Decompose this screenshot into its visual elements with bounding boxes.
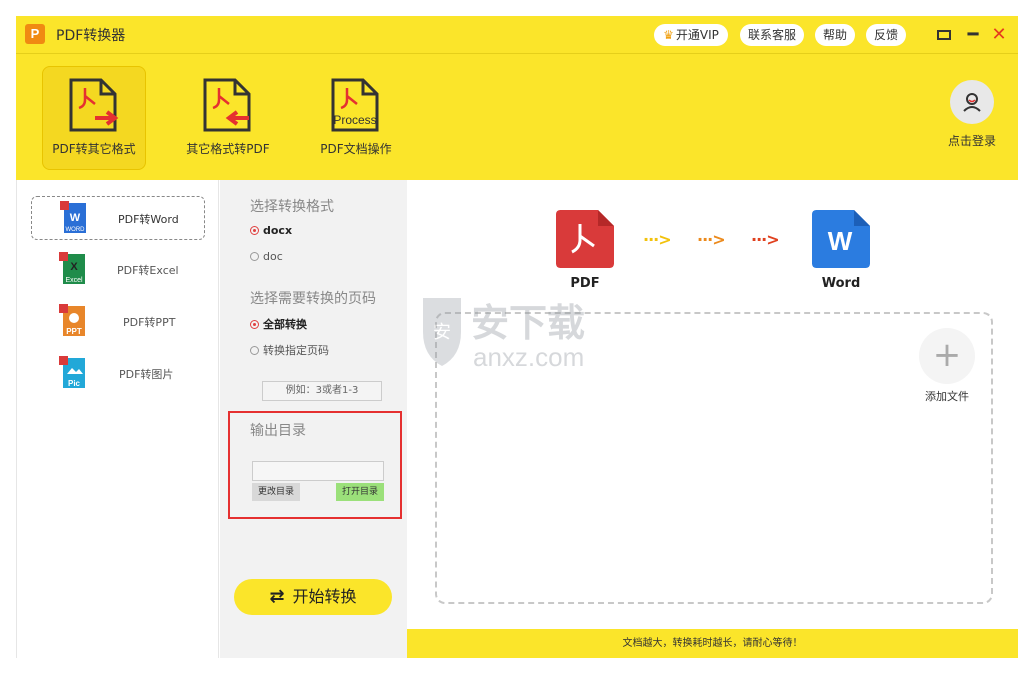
- excel-file-icon: X Excel: [59, 252, 85, 284]
- contact-service-button[interactable]: 联系客服: [740, 24, 804, 46]
- arrow-icon: ···>: [697, 230, 726, 249]
- help-button[interactable]: 帮助: [815, 24, 855, 46]
- ppt-file-icon: PPT: [59, 304, 85, 336]
- arrow-icon: ···>: [643, 230, 672, 249]
- svg-text:W: W: [70, 212, 81, 224]
- page-range-input[interactable]: 例如：3或者1-3: [262, 381, 382, 401]
- to-format-label: Word: [821, 276, 861, 291]
- plus-icon: +: [932, 335, 962, 375]
- svg-text:安: 安: [433, 322, 451, 342]
- change-dir-button[interactable]: 更改目录: [252, 483, 300, 501]
- main-toolbar: PDF转其它格式 其它格式转PDF Process PDF文档操作 点击登录: [16, 54, 1018, 180]
- format-item-excel[interactable]: X Excel PDF转Excel: [31, 248, 205, 292]
- tool-pdf-operations[interactable]: Process PDF文档操作: [304, 66, 408, 170]
- radio-dot-icon: [250, 252, 259, 261]
- svg-text:Excel: Excel: [65, 277, 83, 284]
- title-bar: P PDF转换器 ♛ 开通VIP 联系客服 帮助 反馈 ━ ✕: [16, 16, 1018, 54]
- pages-section-title: 选择需要转换的页码: [250, 291, 376, 307]
- crown-icon: ♛: [663, 28, 674, 42]
- app-logo-icon: P: [25, 24, 45, 44]
- vip-label: 开通VIP: [675, 28, 719, 42]
- svg-text:PPT: PPT: [66, 327, 82, 336]
- svg-text:anxz.com: anxz.com: [473, 342, 584, 372]
- status-footer: 文档越大，转换耗时越长，请耐心等待！: [407, 629, 1018, 658]
- minimize-button[interactable]: ━: [962, 24, 984, 46]
- app-window: P PDF转换器 ♛开通VIP 联系客服 帮助 反馈 ━ ✕ PDF转其它格式: [16, 16, 1018, 658]
- tool-other-to-pdf[interactable]: 其它格式转PDF: [176, 66, 280, 170]
- options-panel: 选择转换格式 docx doc 选择需要转换的页码 全部转换 转换指定页码 例如…: [220, 180, 407, 658]
- radio-specific-pages[interactable]: 转换指定页码: [250, 342, 329, 358]
- other-to-pdf-icon: [203, 78, 251, 132]
- tool-label: PDF转其它格式: [52, 142, 136, 156]
- vip-button[interactable]: ♛ 开通VIP: [654, 24, 728, 46]
- radio-dot-icon: [250, 226, 259, 235]
- format-label: PDF转图片: [119, 368, 174, 381]
- open-dir-button[interactable]: 打开目录: [336, 483, 384, 501]
- format-item-word[interactable]: W WORD PDF转Word: [31, 196, 205, 240]
- image-file-icon: Pic: [59, 356, 85, 388]
- format-item-image[interactable]: Pic PDF转图片: [31, 352, 205, 396]
- format-label: PDF转PPT: [123, 316, 176, 329]
- format-label: PDF转Word: [118, 213, 179, 226]
- start-label: 开始转换: [292, 587, 357, 606]
- radio-doc[interactable]: doc: [250, 250, 283, 263]
- tool-label: PDF文档操作: [320, 142, 392, 156]
- login-label: 点击登录: [947, 134, 996, 148]
- add-file-button[interactable]: +: [919, 328, 975, 384]
- convert-arrows-icon: ⇄: [269, 586, 285, 607]
- output-dir-field[interactable]: [252, 461, 384, 481]
- format-section-title: 选择转换格式: [250, 199, 334, 215]
- user-avatar-icon: [950, 80, 994, 124]
- radio-docx[interactable]: docx: [250, 224, 292, 237]
- svg-text:Pic: Pic: [68, 379, 81, 388]
- format-list: W WORD PDF转Word X Excel PDF转Excel PPT PD…: [16, 180, 219, 658]
- word-big-icon: W: [812, 210, 870, 268]
- app-title: PDF转换器: [56, 28, 126, 44]
- watermark-logo: 安 安下载 anxz.com: [423, 298, 585, 372]
- main-area: PDF ···> ···> ···> W Word 安 安下载 anxz.com…: [407, 180, 1018, 658]
- feedback-button[interactable]: 反馈: [866, 24, 906, 46]
- svg-text:WORD: WORD: [66, 227, 86, 233]
- format-item-ppt[interactable]: PPT PDF转PPT: [31, 300, 205, 344]
- pdf-big-icon: [556, 210, 614, 268]
- radio-all-pages[interactable]: 全部转换: [250, 316, 307, 332]
- radio-dot-icon: [250, 320, 259, 329]
- word-file-icon: W WORD: [60, 201, 86, 233]
- process-text: Process: [333, 113, 376, 127]
- close-button[interactable]: ✕: [988, 24, 1010, 46]
- svg-text:W: W: [828, 226, 853, 256]
- close-icon: ✕: [991, 24, 1007, 45]
- maximize-icon: [937, 30, 951, 40]
- tool-label: 其它格式转PDF: [186, 142, 270, 156]
- svg-text:X: X: [70, 261, 78, 273]
- arrow-icon: ···>: [751, 230, 780, 249]
- output-section-title: 输出目录: [250, 423, 306, 439]
- svg-text:安下载: 安下载: [471, 301, 585, 345]
- pdf-to-other-icon: [69, 78, 119, 132]
- minimize-icon: ━: [967, 24, 979, 45]
- add-file-label: 添加文件: [925, 390, 969, 403]
- maximize-button[interactable]: [933, 24, 955, 46]
- tool-pdf-to-other[interactable]: PDF转其它格式: [42, 66, 146, 170]
- login-button[interactable]: 点击登录: [942, 80, 1002, 149]
- format-label: PDF转Excel: [117, 264, 179, 277]
- pdf-process-icon: Process: [331, 78, 379, 132]
- radio-dot-icon: [250, 346, 259, 355]
- start-convert-button[interactable]: ⇄ 开始转换: [234, 579, 392, 615]
- from-format-label: PDF: [570, 276, 600, 291]
